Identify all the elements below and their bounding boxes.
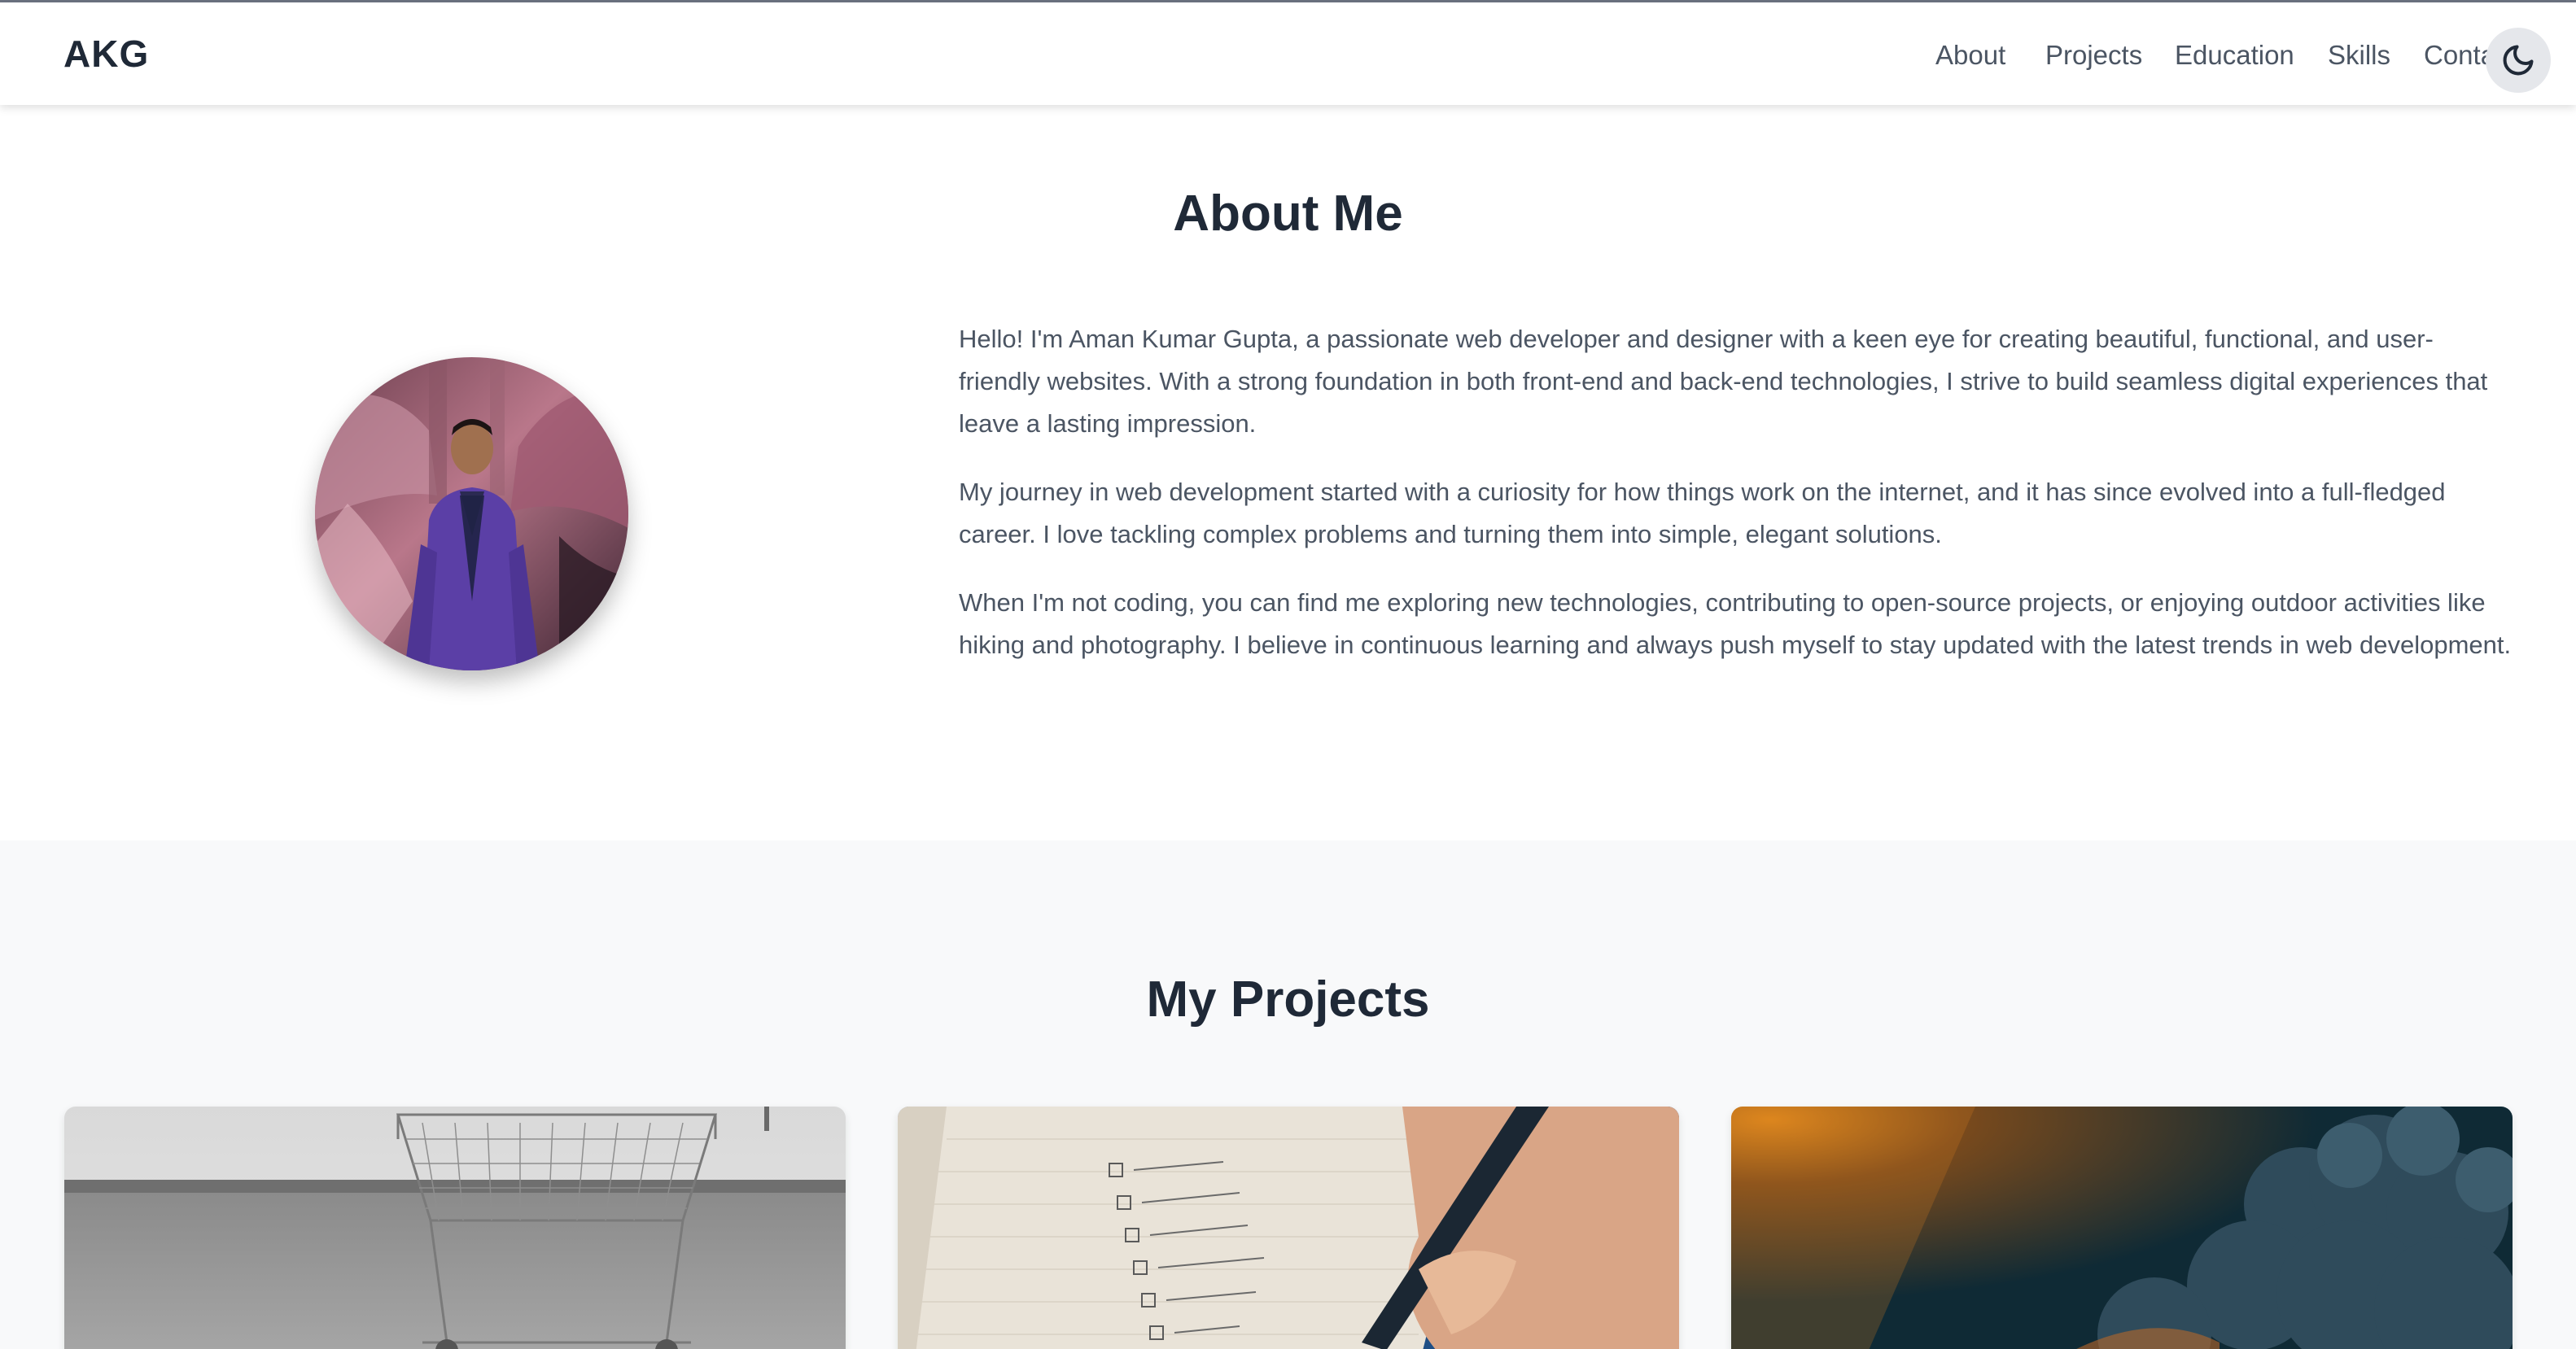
about-section: About Me Hello! I'm Aman Kumar Gupta, a … — [0, 105, 2576, 840]
profile-photo — [315, 357, 628, 670]
project-card-1[interactable] — [64, 1107, 846, 1349]
project-card-3[interactable] — [1731, 1107, 2513, 1349]
project-image-todo-list — [898, 1107, 1679, 1349]
theme-toggle-button[interactable] — [2486, 28, 2551, 93]
nav-link-education[interactable]: Education — [2175, 40, 2294, 71]
about-title: About Me — [1173, 186, 1403, 242]
navbar: AKG About Projects Education Skills Cont… — [0, 2, 2576, 105]
project-image-weather-clouds — [1731, 1107, 2513, 1349]
about-text: Hello! I'm Aman Kumar Gupta, a passionat… — [959, 318, 2513, 692]
about-paragraph-2: My journey in web development started wi… — [959, 478, 2446, 548]
about-paragraph-1: Hello! I'm Aman Kumar Gupta, a passionat… — [959, 325, 2488, 438]
project-image-shopping-cart — [64, 1107, 846, 1349]
nav-link-skills[interactable]: Skills — [2328, 40, 2390, 71]
nav-links: About Projects Education Skills Contact — [1935, 40, 2505, 81]
moon-icon — [2503, 45, 2534, 76]
nav-link-projects[interactable]: Projects — [2045, 40, 2142, 71]
brand-logo[interactable]: AKG — [63, 32, 149, 76]
about-paragraph-3: When I'm not coding, you can find me exp… — [959, 588, 2512, 659]
project-card-2[interactable] — [898, 1107, 1679, 1349]
nav-link-about[interactable]: About — [1935, 40, 2005, 71]
projects-title: My Projects — [1146, 971, 1430, 1028]
projects-section: My Projects — [0, 840, 2576, 1349]
